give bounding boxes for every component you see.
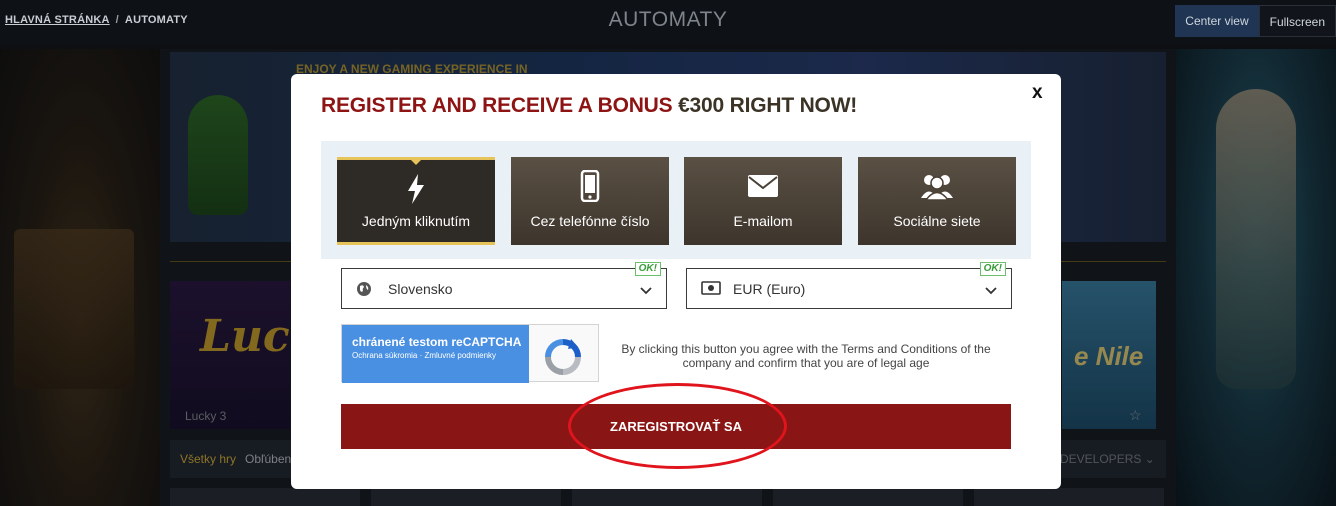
- country-value: Slovensko: [388, 281, 453, 297]
- page-title: AUTOMATY: [608, 8, 728, 31]
- ok-badge: OK!: [634, 262, 661, 276]
- recaptcha-badge[interactable]: chránené testom reCAPTCHA Ochrana súkrom…: [341, 324, 599, 383]
- envelope-icon: [684, 171, 842, 201]
- top-bar: HLAVNÁ STRÁNKA / AUTOMATY AUTOMATY Center …: [0, 0, 1336, 44]
- chevron-down-icon: [985, 283, 997, 295]
- ok-badge: OK!: [979, 262, 1006, 276]
- currency-select[interactable]: EUR (Euro) OK!: [686, 262, 1012, 309]
- lightning-icon: [337, 174, 495, 204]
- phone-icon: [511, 170, 669, 202]
- country-select[interactable]: Slovensko OK!: [341, 262, 667, 309]
- view-mode-buttons: Center view Fullscreen: [1175, 5, 1336, 37]
- recaptcha-title: chránené testom reCAPTCHA: [352, 335, 522, 349]
- method-phone[interactable]: Cez telefónne číslo: [511, 157, 669, 245]
- recaptcha-info-panel: chránené testom reCAPTCHA Ochrana súkrom…: [342, 325, 529, 383]
- recaptcha-logo-icon: [540, 337, 586, 377]
- method-one-click[interactable]: Jedným kliknutím: [337, 157, 495, 245]
- method-email[interactable]: E-mailom: [684, 157, 842, 245]
- fullscreen-button[interactable]: Fullscreen: [1258, 5, 1336, 37]
- registration-methods: Jedným kliknutím Cez telefónne číslo E-m…: [321, 141, 1031, 259]
- method-label: Sociálne siete: [893, 213, 981, 229]
- method-label: Jedným kliknutím: [361, 213, 471, 229]
- globe-icon: [356, 281, 374, 297]
- currency-value: EUR (Euro): [733, 281, 806, 297]
- users-icon: [858, 171, 1016, 201]
- headline-red-text: REGISTER AND RECEIVE A BONUS: [321, 94, 679, 117]
- center-view-button[interactable]: Center view: [1175, 5, 1259, 37]
- method-label: Cez telefónne číslo: [530, 213, 650, 229]
- annotation-circle: [568, 383, 787, 469]
- chevron-down-icon: [640, 283, 652, 295]
- method-social[interactable]: Sociálne siete: [858, 157, 1016, 245]
- banknote-icon: [701, 281, 721, 297]
- registration-modal: x REGISTER AND RECEIVE A BONUS €300 RIGH…: [291, 74, 1061, 489]
- method-label: E-mailom: [733, 213, 793, 229]
- close-button[interactable]: x: [1032, 82, 1043, 104]
- modal-headline: REGISTER AND RECEIVE A BONUS €300 RIGHT …: [321, 94, 857, 118]
- terms-text: By clicking this button you agree with t…: [621, 342, 991, 370]
- headline-bonus-text: €300 RIGHT NOW!: [678, 94, 858, 117]
- recaptcha-links[interactable]: Ochrana súkromia · Zmluvné podmienky: [352, 351, 496, 360]
